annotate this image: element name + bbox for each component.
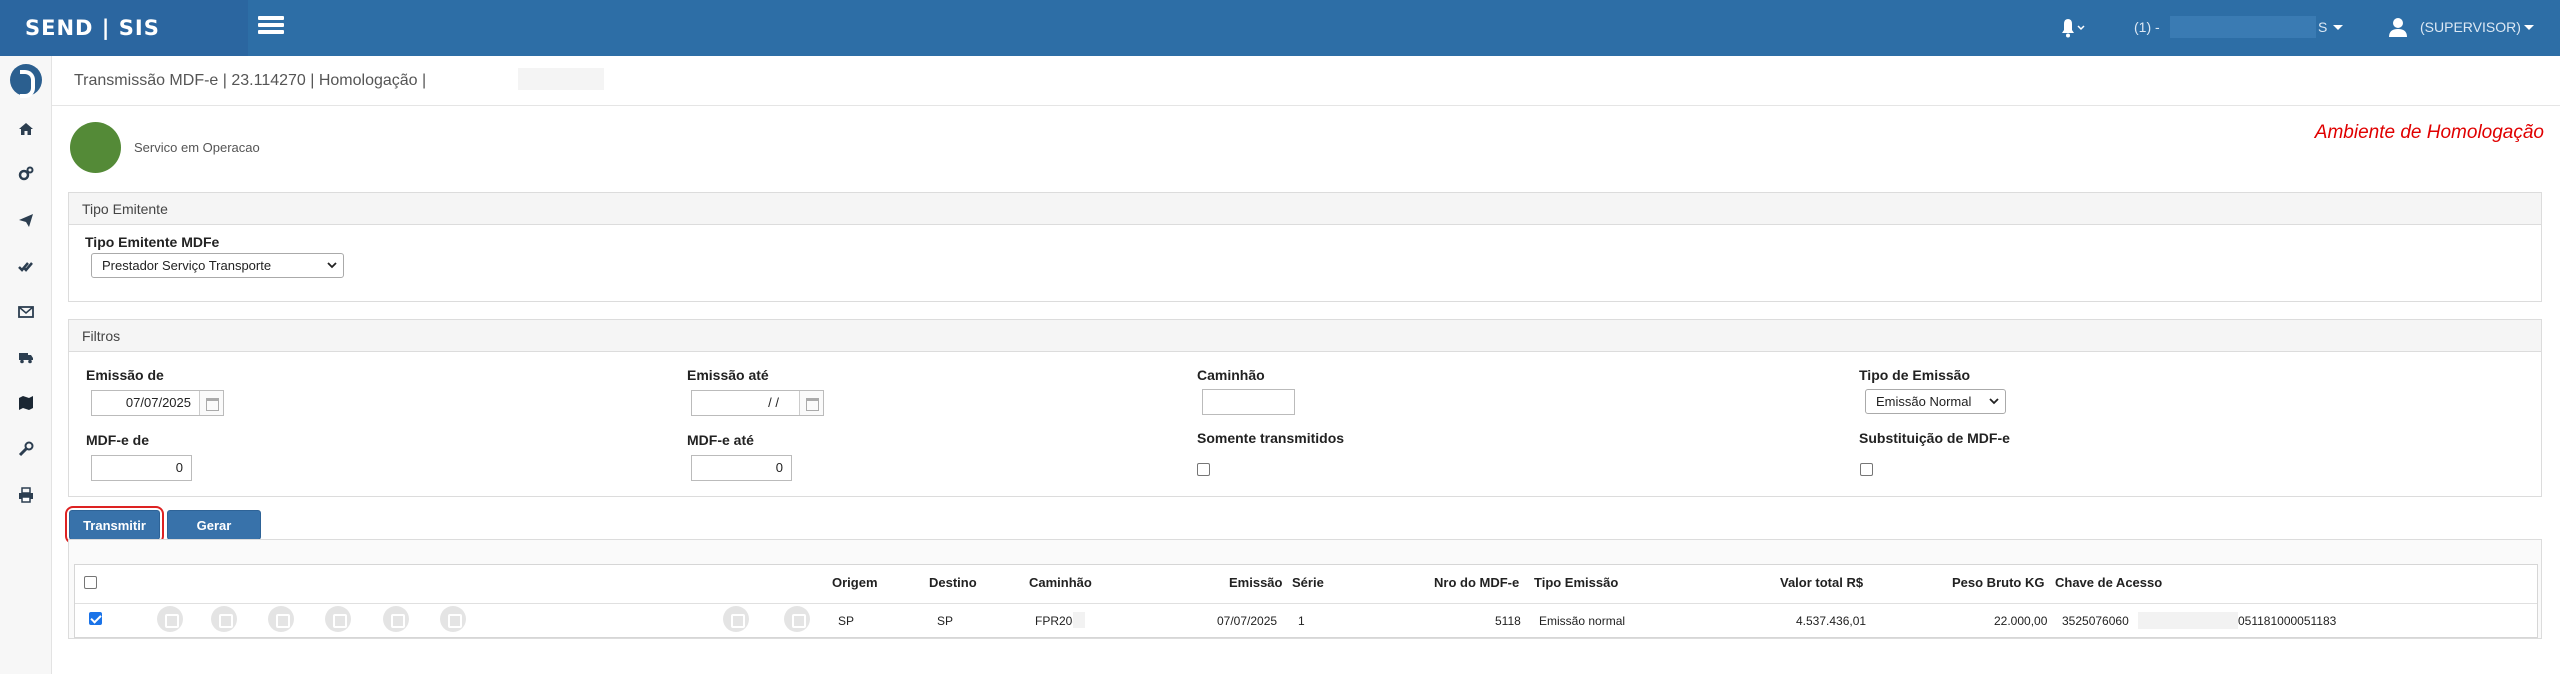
column-header[interactable]: Série (1292, 575, 1324, 590)
somente-transmitidos-checkbox[interactable] (1197, 463, 1210, 476)
emissao-de-label: Emissão de (86, 367, 164, 383)
emissao-ate-label: Emissão até (687, 367, 769, 383)
transmitir-button[interactable]: Transmitir (69, 510, 160, 540)
mdfe-de-value: 0 (175, 460, 183, 475)
emitente-panel: Tipo Emitente (68, 192, 2542, 302)
bell-icon[interactable] (2056, 16, 2086, 40)
tipo-emissao-label: Tipo de Emissão (1859, 367, 1970, 383)
caminhao-input[interactable] (1202, 389, 1295, 415)
tipo-emitente-label: Tipo Emitente MDFe (85, 234, 220, 250)
environment-label: Ambiente de Homologação (2314, 122, 2544, 143)
redacted-plate (1073, 612, 1085, 628)
column-header[interactable]: Peso Bruto KG (1952, 575, 2044, 590)
search-icon[interactable] (157, 606, 183, 632)
substituicao-label: Substituição de MDF-e (1859, 430, 2010, 446)
top-navbar: SEND | SIS (1) - S (SUPERVISOR) (0, 0, 2560, 56)
mdfe-ate-input[interactable]: 0 (691, 455, 792, 481)
truck-icon[interactable] (16, 349, 36, 369)
brand-logo[interactable]: SEND | SIS (0, 0, 248, 56)
row-checkbox[interactable] (89, 612, 102, 625)
redacted-company (2170, 16, 2316, 38)
calendar-icon[interactable] (199, 391, 223, 415)
cell-chave-fim: 051181000051183 (2238, 614, 2337, 628)
cell-emissao: 07/07/2025 (1217, 614, 1278, 628)
column-header[interactable]: Caminhão (1029, 575, 1092, 590)
somente-transmitidos-label: Somente transmitidos (1197, 430, 1345, 446)
column-header[interactable]: Destino (929, 575, 977, 590)
check-double-icon[interactable] (16, 258, 36, 278)
chevron-down-icon (327, 262, 337, 269)
emissao-de-input[interactable]: 07/07/2025 (91, 390, 224, 416)
clock-icon[interactable] (211, 606, 237, 632)
mdfe-de-input[interactable]: 0 (91, 455, 192, 481)
panel-title: Tipo Emitente (69, 193, 2541, 225)
mdfe-de-label: MDF-e de (86, 432, 149, 448)
tipo-emissao-value: Emissão Normal (1876, 394, 1972, 409)
cell-nro-mdfe: 5118 (1495, 614, 1521, 628)
chevron-down-icon[interactable] (2524, 25, 2534, 30)
user-company-suffix: S (2318, 19, 2328, 35)
redacted-key (2138, 612, 2238, 629)
select-all-checkbox[interactable] (84, 576, 97, 589)
page-title: Transmissão MDF-e | 23.114270 | Homologa… (74, 72, 427, 89)
close-icon[interactable] (325, 606, 351, 632)
cell-destino: SP (937, 614, 954, 628)
paper-plane-icon[interactable] (16, 212, 36, 232)
cogs-icon[interactable] (16, 166, 36, 186)
column-header[interactable]: Emissão (1229, 575, 1282, 590)
cell-chave-inicio: 3525076060 (2062, 614, 2129, 628)
dollar-icon[interactable] (723, 606, 749, 632)
user-icon[interactable] (2388, 16, 2408, 38)
hamburger-menu-icon[interactable] (258, 16, 284, 38)
tipo-emissao-select[interactable]: Emissão Normal (1865, 389, 2006, 414)
cell-tipo-emissao: Emissão normal (1539, 614, 1626, 628)
column-header[interactable]: Origem (832, 575, 878, 590)
user-company-label[interactable]: (1) - (2134, 19, 2160, 35)
emissao-ate-value: / / (768, 395, 779, 410)
redacted-title (518, 68, 604, 90)
gerar-button[interactable]: Gerar (167, 510, 261, 540)
caminhao-label: Caminhão (1197, 367, 1265, 383)
filtros-panel: Filtros (68, 319, 2542, 497)
book-icon[interactable] (383, 606, 409, 632)
app-logo-icon[interactable] (10, 64, 42, 98)
sidebar (0, 56, 52, 674)
chevron-down-icon[interactable] (2333, 25, 2343, 30)
wrench-icon[interactable] (16, 441, 36, 461)
user-role-label[interactable]: (SUPERVISOR) (2420, 19, 2521, 35)
chevron-down-icon (1989, 398, 1999, 405)
column-header[interactable]: Tipo Emissão (1534, 575, 1618, 590)
cell-peso-bruto: 22.000,00 (1994, 614, 2048, 628)
mdfe-ate-label: MDF-e até (687, 432, 754, 448)
print-icon[interactable] (16, 487, 36, 507)
map-icon[interactable] (16, 395, 36, 415)
column-header[interactable]: Chave de Acesso (2055, 575, 2162, 590)
emissao-ate-input[interactable]: / / (691, 390, 824, 416)
column-header[interactable]: Valor total R$ (1780, 575, 1863, 590)
panel-title: Filtros (69, 320, 2541, 352)
row-divider (75, 603, 2537, 604)
cell-caminhao: FPR20- (1035, 614, 1077, 628)
status-text: Servico em Operacao (134, 140, 260, 155)
printer-icon[interactable] (784, 606, 810, 632)
calendar-icon[interactable] (799, 391, 823, 415)
envelope-icon[interactable] (16, 304, 36, 324)
cell-valor-total: 4.537.436,01 (1796, 614, 1867, 628)
file-icon[interactable] (268, 606, 294, 632)
copy-icon[interactable] (440, 606, 466, 632)
emissao-de-value: 07/07/2025 (125, 395, 191, 410)
tipo-emitente-select[interactable]: Prestador Serviço Transporte (91, 253, 344, 278)
substituicao-checkbox[interactable] (1860, 463, 1873, 476)
column-header[interactable]: Nro do MDF-e (1434, 575, 1519, 590)
tipo-emitente-value: Prestador Serviço Transporte (102, 258, 272, 273)
cell-serie: 1 (1298, 614, 1305, 628)
home-icon[interactable] (16, 121, 36, 141)
cell-origem: SP (838, 614, 855, 628)
page-header: Transmissão MDF-e | 23.114270 | Homologa… (52, 56, 2560, 106)
mdfe-ate-value: 0 (775, 460, 783, 475)
status-indicator (70, 122, 121, 173)
